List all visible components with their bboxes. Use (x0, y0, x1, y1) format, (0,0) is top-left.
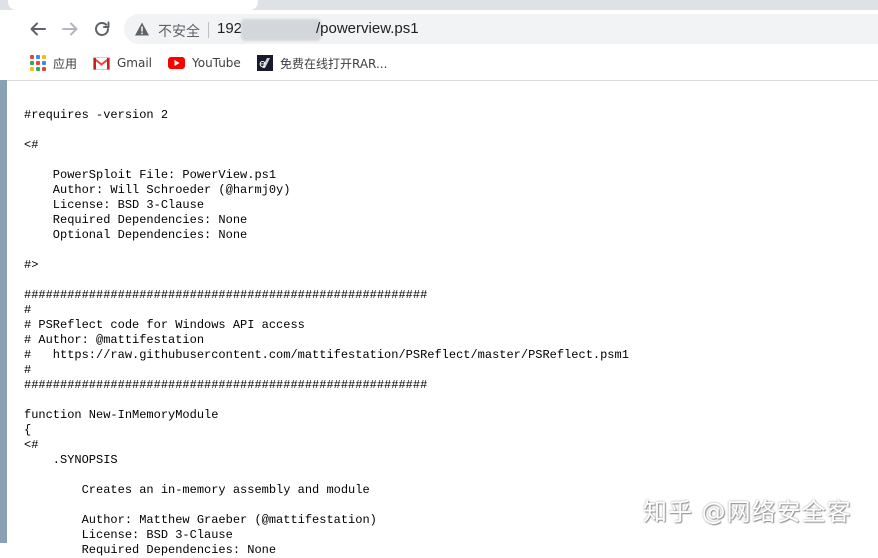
code-line: <# (24, 438, 39, 452)
youtube-icon (168, 57, 185, 69)
browser-toolbar: 不安全 192 /powerview.ps1 应用 Gmail YouTube … (0, 0, 878, 81)
code-line: Creates an in-memory assembly and module (24, 483, 370, 497)
code-line: # (24, 363, 32, 377)
code-line: # PSReflect code for Windows API access (24, 318, 305, 332)
window-edge (0, 80, 7, 543)
code-line: Author: Will Schroeder (@harmj0y) (24, 183, 291, 197)
apps-grid-icon (30, 55, 46, 71)
bookmark-rar-site[interactable]: e 免费在线打开RAR... (257, 53, 387, 73)
forward-arrow-icon (62, 22, 78, 36)
security-status[interactable]: 不安全 (158, 21, 200, 41)
url-path: /powerview.ps1 (316, 20, 419, 37)
code-line: <# (24, 138, 39, 152)
forward-button[interactable] (58, 17, 82, 41)
code-line: # Author: @mattifestation (24, 333, 205, 347)
tab-strip (0, 0, 878, 10)
bookmarks-bar: 应用 Gmail YouTube e 免费在线打开RAR... (0, 50, 878, 78)
code-line: # (24, 303, 32, 317)
code-line: function New-InMemoryModule (24, 408, 219, 422)
url-host: 192 (217, 20, 243, 37)
code-line: License: BSD 3-Clause (24, 198, 205, 212)
document-text: #requires -version 2 <# PowerSploit File:… (24, 93, 629, 558)
code-line: # https://raw.githubusercontent.com/matt… (24, 348, 629, 362)
code-line: #> (24, 258, 39, 272)
back-arrow-icon (30, 22, 46, 36)
code-line: { (24, 423, 32, 437)
address-bar[interactable]: 不安全 192 /powerview.ps1 (124, 14, 878, 44)
code-line: License: BSD 3-Clause (24, 528, 233, 542)
bookmark-label: 应用 (53, 56, 78, 71)
code-line: Author: Matthew Graeber (@mattifestation… (24, 513, 377, 527)
bookmark-youtube[interactable]: YouTube (168, 53, 241, 73)
active-tab[interactable] (8, 0, 258, 10)
back-button[interactable] (26, 17, 50, 41)
reload-button[interactable] (90, 17, 114, 41)
bookmark-gmail[interactable]: Gmail (93, 53, 152, 73)
code-line: .SYNOPSIS (24, 453, 118, 467)
code-line: Required Dependencies: None (24, 213, 248, 227)
code-line: ########################################… (24, 288, 428, 302)
gmail-icon (93, 56, 110, 70)
rar-site-icon: e (257, 55, 273, 71)
url-redaction (241, 19, 321, 41)
bookmark-label: 免费在线打开RAR... (280, 56, 388, 71)
code-line: #requires -version 2 (24, 108, 169, 122)
bookmark-apps[interactable]: 应用 (30, 53, 77, 73)
bookmark-label: YouTube (192, 56, 241, 70)
code-line: Required Dependencies: None (24, 543, 277, 557)
warning-icon[interactable] (134, 21, 150, 37)
omnibox-divider (208, 22, 209, 38)
watermark: 知乎 @网络安全客 (643, 498, 852, 526)
code-line: PowerSploit File: PowerView.ps1 (24, 168, 277, 182)
bookmark-label: Gmail (117, 56, 153, 70)
code-line: Optional Dependencies: None (24, 228, 248, 242)
reload-icon (95, 21, 110, 36)
code-line: ########################################… (24, 378, 428, 392)
